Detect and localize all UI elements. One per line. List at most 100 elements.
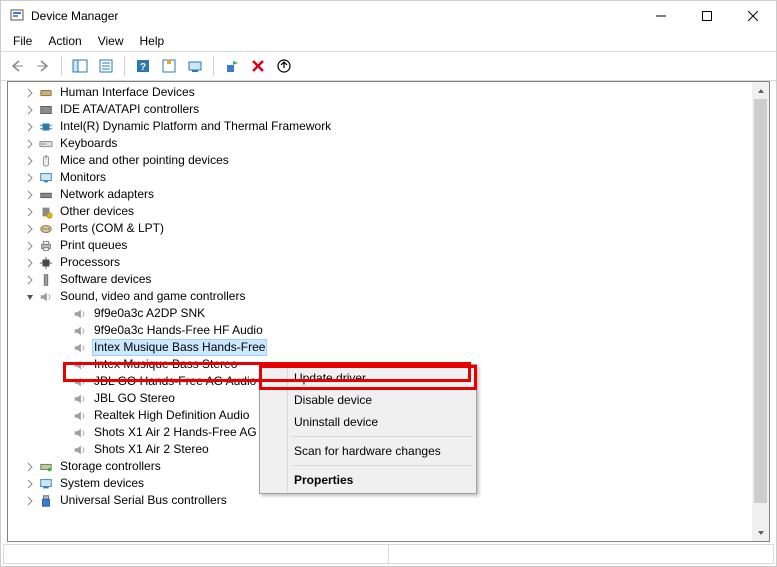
twisty-open-icon[interactable] [22, 289, 38, 305]
status-bar [3, 544, 774, 564]
speaker-icon [72, 442, 88, 458]
toolbar-separator [213, 56, 214, 76]
keyboard-icon [38, 136, 54, 152]
category-sound[interactable]: Sound, video and game controllers [8, 288, 752, 305]
twisty-closed-icon[interactable] [22, 153, 38, 169]
enable-button[interactable] [220, 54, 244, 78]
category-network[interactable]: Network adapters [8, 186, 752, 203]
show-hide-console-tree-button[interactable] [68, 54, 92, 78]
category-usb[interactable]: Universal Serial Bus controllers [8, 492, 752, 509]
storage-icon [38, 459, 54, 475]
properties-button[interactable] [94, 54, 118, 78]
context-menu-separator [292, 436, 472, 437]
back-button[interactable] [5, 54, 29, 78]
context-menu-item[interactable]: Scan for hardware changes [262, 440, 474, 462]
twisty-none [56, 425, 72, 441]
twisty-closed-icon[interactable] [22, 102, 38, 118]
category-chip[interactable]: Intel(R) Dynamic Platform and Thermal Fr… [8, 118, 752, 135]
twisty-none [56, 374, 72, 390]
category-hid[interactable]: Human Interface Devices [8, 84, 752, 101]
scroll-down-button[interactable] [752, 524, 769, 541]
twisty-closed-icon[interactable] [22, 221, 38, 237]
context-menu-item[interactable]: Uninstall device [262, 411, 474, 433]
toolbar: ? [1, 51, 776, 81]
device-item[interactable]: 9f9e0a3c A2DP SNK [8, 305, 752, 322]
twisty-closed-icon[interactable] [22, 272, 38, 288]
close-button[interactable] [730, 1, 776, 31]
category-cpu[interactable]: Processors [8, 254, 752, 271]
tree-item-label: 9f9e0a3c A2DP SNK [92, 305, 207, 322]
network-icon [38, 187, 54, 203]
tree-item-label: Other devices [58, 203, 136, 220]
vertical-scrollbar[interactable] [752, 82, 769, 541]
tree-item-label: IDE ATA/ATAPI controllers [58, 101, 201, 118]
category-monitor[interactable]: Monitors [8, 169, 752, 186]
twisty-none [56, 442, 72, 458]
twisty-none [56, 391, 72, 407]
twisty-closed-icon[interactable] [22, 255, 38, 271]
device-item[interactable]: 9f9e0a3c Hands-Free HF Audio [8, 322, 752, 339]
tree-item-label: Intel(R) Dynamic Platform and Thermal Fr… [58, 118, 333, 135]
menu-file[interactable]: File [5, 32, 40, 50]
chip-icon [38, 119, 54, 135]
context-menu-item[interactable]: Disable device [262, 389, 474, 411]
twisty-closed-icon[interactable] [22, 476, 38, 492]
twisty-closed-icon[interactable] [22, 459, 38, 475]
twisty-none [56, 340, 72, 356]
update-driver-button[interactable] [272, 54, 296, 78]
tree-item-label: Storage controllers [58, 458, 163, 475]
device-item[interactable]: Intex Musique Bass Hands-Free [8, 339, 752, 356]
category-ide[interactable]: IDE ATA/ATAPI controllers [8, 101, 752, 118]
hid-icon [38, 85, 54, 101]
category-mouse[interactable]: Mice and other pointing devices [8, 152, 752, 169]
twisty-closed-icon[interactable] [22, 170, 38, 186]
category-software[interactable]: Software devices [8, 271, 752, 288]
twisty-closed-icon[interactable] [22, 493, 38, 509]
twisty-closed-icon[interactable] [22, 204, 38, 220]
tree-item-label: Ports (COM & LPT) [58, 220, 166, 237]
tree-item-label: Intex Musique Bass Stereo [92, 356, 239, 373]
scan-button[interactable] [183, 54, 207, 78]
category-other[interactable]: !Other devices [8, 203, 752, 220]
tree-item-label: Keyboards [58, 135, 119, 152]
category-keyboard[interactable]: Keyboards [8, 135, 752, 152]
action-button[interactable] [157, 54, 181, 78]
maximize-button[interactable] [684, 1, 730, 31]
twisty-none [56, 306, 72, 322]
twisty-closed-icon[interactable] [22, 85, 38, 101]
forward-button[interactable] [31, 54, 55, 78]
svg-text:?: ? [140, 62, 146, 73]
uninstall-button[interactable] [246, 54, 270, 78]
app-icon [9, 8, 25, 24]
minimize-button[interactable] [638, 1, 684, 31]
twisty-closed-icon[interactable] [22, 119, 38, 135]
tree-item-label: JBL GO Hands-Free AG Audio [92, 373, 258, 390]
context-menu-item[interactable]: Properties [262, 469, 474, 491]
menu-view[interactable]: View [90, 32, 132, 50]
speaker-icon [72, 357, 88, 373]
help-button[interactable]: ? [131, 54, 155, 78]
category-port[interactable]: Ports (COM & LPT) [8, 220, 752, 237]
menu-help[interactable]: Help [132, 32, 173, 50]
twisty-none [56, 357, 72, 373]
tree-item-label: JBL GO Stereo [92, 390, 177, 407]
title-bar: Device Manager [1, 1, 776, 31]
speaker-icon [72, 391, 88, 407]
twisty-closed-icon[interactable] [22, 187, 38, 203]
scroll-thumb[interactable] [754, 99, 767, 503]
menu-action[interactable]: Action [40, 32, 89, 50]
category-printer[interactable]: Print queues [8, 237, 752, 254]
tree-item-label: Intex Musique Bass Hands-Free [92, 339, 267, 356]
window-title: Device Manager [31, 9, 118, 23]
other-icon: ! [38, 204, 54, 220]
twisty-closed-icon[interactable] [22, 238, 38, 254]
tree-item-label: Software devices [58, 271, 153, 288]
scroll-track[interactable] [752, 99, 769, 524]
speaker-icon [72, 340, 88, 356]
tree-item-label: Shots X1 Air 2 Hands-Free AG A [92, 424, 269, 441]
scroll-up-button[interactable] [752, 82, 769, 99]
ide-icon [38, 102, 54, 118]
menu-bar: File Action View Help [1, 31, 776, 51]
context-menu-item[interactable]: Update driver [262, 367, 474, 389]
twisty-closed-icon[interactable] [22, 136, 38, 152]
